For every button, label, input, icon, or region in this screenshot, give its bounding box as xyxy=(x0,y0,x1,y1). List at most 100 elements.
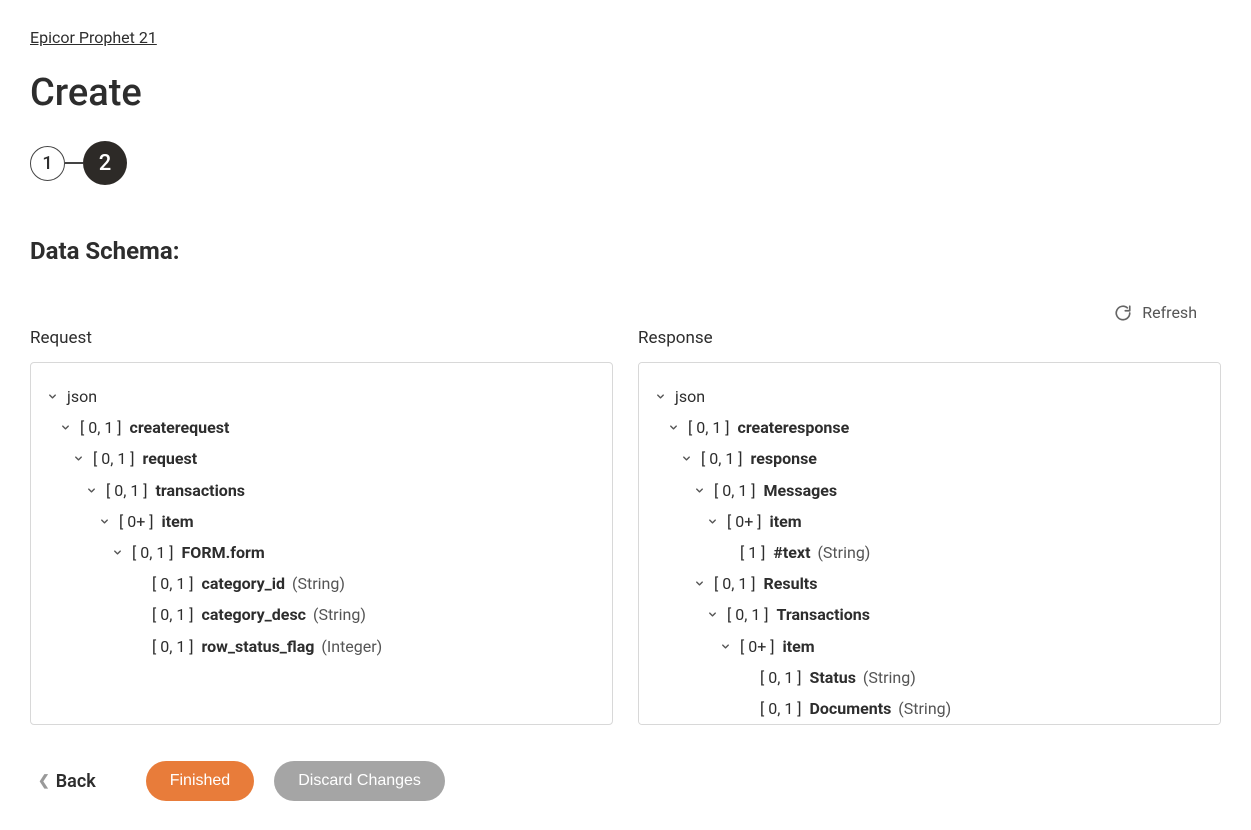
tree-node-text: [ 0+ ] item xyxy=(727,506,802,537)
tree-row[interactable]: [ 0+ ] item xyxy=(653,631,1206,662)
tree-node-text: [ 0+ ] item xyxy=(119,506,194,537)
chevron-down-icon[interactable] xyxy=(679,453,693,464)
chevron-down-icon[interactable] xyxy=(718,641,732,652)
tree-node-cardinality: [ 0, 1 ] xyxy=(714,481,760,500)
tree-node-name: createrequest xyxy=(130,418,230,437)
tree-node-cardinality: [ 0, 1 ] xyxy=(701,449,747,468)
tree-node-name: Status xyxy=(810,668,856,687)
tree-node-name: category_desc xyxy=(202,605,307,624)
tree-node-name: #text xyxy=(773,543,810,562)
tree-row[interactable]: [ 0, 1 ] request xyxy=(45,443,598,474)
tree-node-text: [ 1 ] #text (String) xyxy=(740,537,870,568)
tree-node-cardinality: [ 0, 1 ] xyxy=(760,668,806,687)
refresh-label: Refresh xyxy=(1142,303,1197,322)
chevron-down-icon[interactable] xyxy=(653,391,667,402)
page-title: Create xyxy=(30,71,1221,115)
tree-node-type: (String) xyxy=(288,574,345,593)
chevron-down-icon[interactable] xyxy=(692,578,706,589)
tree-row[interactable]: [ 0, 1 ] transactions xyxy=(45,475,598,506)
tree-node-cardinality: [ 0, 1 ] xyxy=(106,481,152,500)
chevron-down-icon[interactable] xyxy=(84,485,98,496)
response-panel-label: Response xyxy=(638,328,1221,348)
response-schema-panel[interactable]: json[ 0, 1 ] createresponse[ 0, 1 ] resp… xyxy=(638,362,1221,725)
tree-node-name: response xyxy=(751,449,817,468)
discard-changes-button[interactable]: Discard Changes xyxy=(274,761,445,801)
tree-node-name: Transactions xyxy=(777,605,871,624)
tree-row[interactable]: [ 0, 1 ] row_status_flag (Integer) xyxy=(45,631,598,662)
tree-node-name: json xyxy=(675,387,705,406)
tree-node-type: (String) xyxy=(813,543,870,562)
tree-node-name: Results xyxy=(764,574,818,593)
tree-row[interactable]: [ 1 ] #text (String) xyxy=(653,537,1206,568)
tree-row[interactable]: [ 0, 1 ] Documents (String) xyxy=(653,693,1206,724)
step-connector xyxy=(65,162,83,164)
tree-node-text: [ 0, 1 ] Messages xyxy=(714,475,837,506)
request-schema-panel[interactable]: json[ 0, 1 ] createrequest[ 0, 1 ] reque… xyxy=(30,362,613,725)
tree-node-name: createresponse xyxy=(738,418,850,437)
tree-node-text: [ 0+ ] item xyxy=(740,631,815,662)
tree-node-text: json xyxy=(67,381,97,412)
tree-node-text: [ 0, 1 ] Documents (String) xyxy=(760,693,951,724)
tree-row[interactable]: [ 0, 1 ] Status (String) xyxy=(653,662,1206,693)
tree-node-cardinality: [ 0, 1 ] xyxy=(152,637,198,656)
tree-node-cardinality: [ 0, 1 ] xyxy=(152,605,198,624)
section-heading: Data Schema: xyxy=(30,237,1221,265)
tree-node-cardinality: [ 0, 1 ] xyxy=(132,543,178,562)
tree-row[interactable]: [ 0, 1 ] Messages xyxy=(653,475,1206,506)
tree-node-cardinality: [ 0+ ] xyxy=(740,637,778,656)
tree-node-name: category_id xyxy=(202,574,286,593)
tree-row[interactable]: json xyxy=(653,381,1206,412)
tree-node-text: [ 0, 1 ] Results xyxy=(714,568,817,599)
tree-node-cardinality: [ 0, 1 ] xyxy=(727,605,773,624)
finished-button[interactable]: Finished xyxy=(146,761,254,801)
tree-node-cardinality: [ 1 ] xyxy=(740,543,769,562)
tree-node-name: Messages xyxy=(764,481,838,500)
tree-node-text: [ 0, 1 ] response xyxy=(701,443,817,474)
refresh-button[interactable]: Refresh xyxy=(1114,303,1197,322)
tree-node-name: FORM.form xyxy=(182,543,265,562)
tree-node-name: transactions xyxy=(156,481,246,500)
refresh-icon xyxy=(1114,304,1132,322)
chevron-down-icon[interactable] xyxy=(110,547,124,558)
tree-node-cardinality: [ 0, 1 ] xyxy=(714,574,760,593)
chevron-down-icon[interactable] xyxy=(705,609,719,620)
chevron-down-icon[interactable] xyxy=(705,516,719,527)
tree-row[interactable]: [ 0+ ] item xyxy=(45,506,598,537)
chevron-down-icon[interactable] xyxy=(45,391,59,402)
back-button[interactable]: ❮ Back xyxy=(38,771,96,792)
chevron-down-icon[interactable] xyxy=(71,453,85,464)
tree-row[interactable]: [ 0, 1 ] response xyxy=(653,443,1206,474)
tree-node-type: (Integer) xyxy=(317,637,382,656)
tree-node-text: [ 0, 1 ] category_desc (String) xyxy=(152,599,366,630)
step-2[interactable]: 2 xyxy=(83,141,127,185)
tree-node-cardinality: [ 0, 1 ] xyxy=(760,699,806,718)
tree-row[interactable]: [ 0, 1 ] Transactions xyxy=(653,599,1206,630)
tree-node-type: (String) xyxy=(859,668,916,687)
tree-node-cardinality: [ 0, 1 ] xyxy=(93,449,139,468)
tree-node-text: [ 0, 1 ] createresponse xyxy=(688,412,849,443)
tree-node-text: json xyxy=(675,381,705,412)
tree-row[interactable]: [ 0+ ] item xyxy=(653,506,1206,537)
tree-node-name: request xyxy=(143,449,198,468)
breadcrumb[interactable]: Epicor Prophet 21 xyxy=(30,28,157,47)
chevron-left-icon: ❮ xyxy=(38,773,50,789)
tree-row[interactable]: [ 0, 1 ] FORM.form xyxy=(45,537,598,568)
tree-row[interactable]: [ 0, 1 ] Results xyxy=(653,568,1206,599)
tree-node-cardinality: [ 0, 1 ] xyxy=(152,574,198,593)
chevron-down-icon[interactable] xyxy=(692,485,706,496)
tree-row[interactable]: json xyxy=(45,381,598,412)
tree-row[interactable]: [ 0, 1 ] category_desc (String) xyxy=(45,599,598,630)
tree-node-text: [ 0, 1 ] createrequest xyxy=(80,412,229,443)
chevron-down-icon[interactable] xyxy=(97,516,111,527)
chevron-down-icon[interactable] xyxy=(666,422,680,433)
tree-row[interactable]: [ 0, 1 ] category_id (String) xyxy=(45,568,598,599)
tree-node-name: item xyxy=(769,512,801,531)
step-1[interactable]: 1 xyxy=(30,146,65,181)
tree-node-type: (String) xyxy=(894,699,951,718)
tree-row[interactable]: [ 0, 1 ] createrequest xyxy=(45,412,598,443)
tree-row[interactable]: [ 0, 1 ] createresponse xyxy=(653,412,1206,443)
tree-node-text: [ 0, 1 ] row_status_flag (Integer) xyxy=(152,631,382,662)
back-label: Back xyxy=(56,771,96,792)
tree-node-name: Documents xyxy=(810,699,892,718)
chevron-down-icon[interactable] xyxy=(58,422,72,433)
